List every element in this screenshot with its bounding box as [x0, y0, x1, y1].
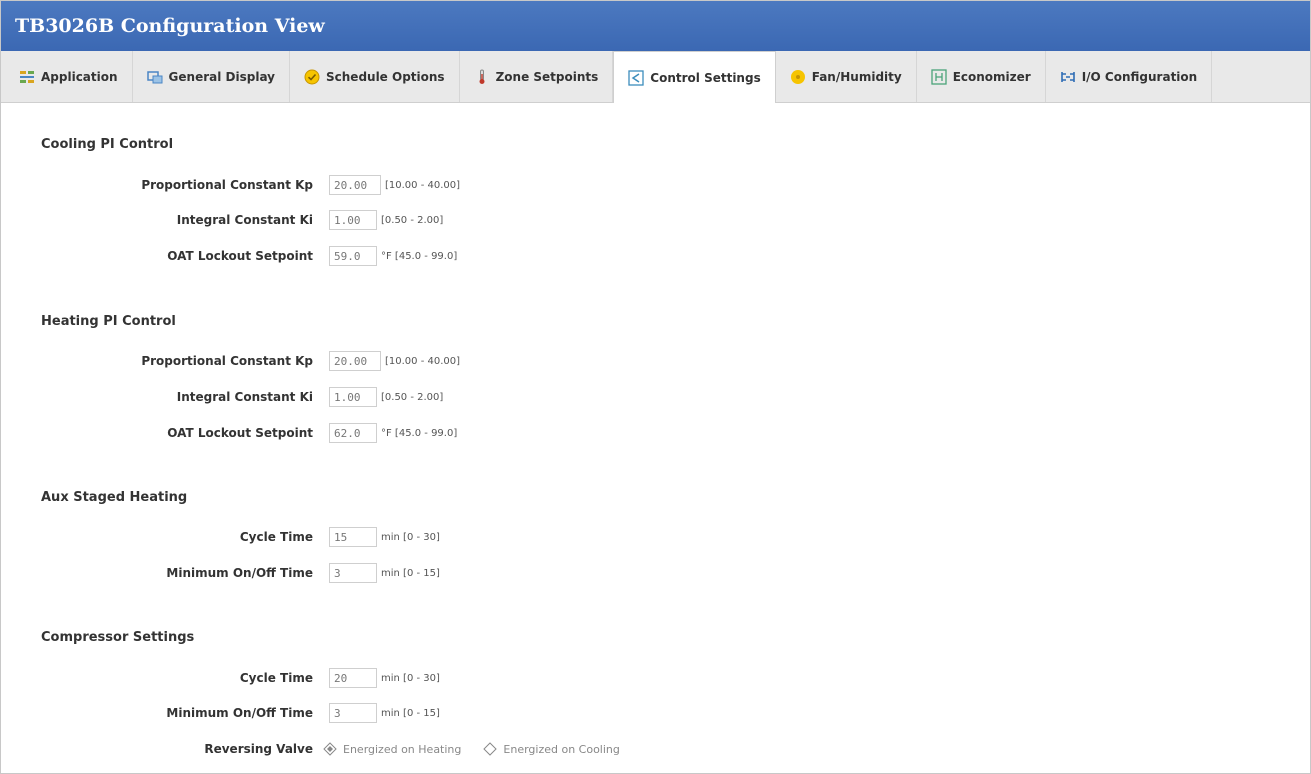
- tab-zone-setpoints[interactable]: Zone Setpoints: [460, 51, 614, 102]
- field-label: Minimum On/Off Time: [166, 706, 313, 720]
- heating-oat-row: OAT Lockout Setpoint 62.0 °F [45.0 - 99.…: [1, 421, 457, 445]
- aux-minonoff-input[interactable]: 3: [329, 563, 377, 583]
- cooling-section-title: Cooling PI Control: [41, 137, 174, 152]
- field-label: Integral Constant Ki: [176, 390, 313, 404]
- io-config-icon: [1060, 69, 1076, 85]
- radio-energized-heating[interactable]: Energized on Heating: [323, 742, 461, 756]
- compressor-cycle-row: Cycle Time 20 min [0 - 30]: [1, 666, 440, 690]
- heating-section-title: Heating PI Control: [41, 314, 176, 329]
- field-label: OAT Lockout Setpoint: [167, 249, 313, 263]
- field-label: Minimum On/Off Time: [166, 566, 313, 580]
- cooling-kp-input[interactable]: 20.00: [329, 175, 381, 195]
- thermometer-icon: [474, 69, 490, 85]
- tab-label: General Display: [168, 69, 275, 84]
- tab-label: Application: [41, 69, 118, 84]
- tab-label: Fan/Humidity: [811, 69, 902, 84]
- aux-section-title: Aux Staged Heating: [41, 490, 188, 505]
- range-hint: min [0 - 15]: [381, 707, 440, 719]
- heating-ki-input[interactable]: 1.00: [329, 387, 377, 407]
- cooling-oat-row: OAT Lockout Setpoint 59.0 °F [45.0 - 99.…: [1, 244, 457, 268]
- field-label: OAT Lockout Setpoint: [167, 426, 313, 440]
- range-hint: °F [45.0 - 99.0]: [381, 250, 458, 262]
- heating-kp-row: Proportional Constant Kp 20.00 [10.00 - …: [1, 349, 460, 373]
- radio-unselected-icon: [483, 742, 498, 756]
- tab-schedule-options[interactable]: Schedule Options: [290, 51, 460, 102]
- tab-label: Control Settings: [650, 70, 761, 85]
- fan-icon: [790, 69, 806, 85]
- field-label: Cycle Time: [239, 530, 313, 544]
- compressor-section-title: Compressor Settings: [41, 630, 195, 645]
- control-settings-panel: Cooling PI Control Proportional Constant…: [1, 103, 1310, 772]
- tab-general-display[interactable]: General Display: [133, 51, 290, 102]
- tab-control-settings[interactable]: Control Settings: [613, 51, 776, 103]
- range-hint: min [0 - 30]: [381, 672, 440, 684]
- compressor-minonoff-input[interactable]: 3: [329, 703, 377, 723]
- aux-cycle-row: Cycle Time 15 min [0 - 30]: [1, 525, 440, 549]
- range-hint: min [0 - 15]: [381, 567, 440, 579]
- range-hint: [10.00 - 40.00]: [385, 179, 461, 191]
- tab-application[interactable]: Application: [5, 51, 133, 102]
- cooling-oat-input[interactable]: 59.0: [329, 246, 377, 266]
- range-hint: °F [45.0 - 99.0]: [381, 427, 458, 439]
- radio-label: Energized on Heating: [343, 742, 462, 756]
- field-label: Integral Constant Ki: [176, 213, 313, 227]
- range-hint: [10.00 - 40.00]: [385, 355, 461, 367]
- radio-label: Energized on Cooling: [503, 742, 620, 756]
- compressor-minonoff-row: Minimum On/Off Time 3 min [0 - 15]: [1, 701, 440, 725]
- range-hint: [0.50 - 2.00]: [381, 214, 444, 226]
- aux-cycle-input[interactable]: 15: [329, 527, 377, 547]
- heating-kp-input[interactable]: 20.00: [329, 351, 381, 371]
- reversing-valve-row: Reversing Valve Energized on Heating Ene…: [1, 737, 620, 761]
- field-label: Proportional Constant Kp: [141, 178, 313, 192]
- schedule-icon: [304, 69, 320, 85]
- application-icon: [19, 69, 35, 85]
- compressor-cycle-input[interactable]: 20: [329, 668, 377, 688]
- field-label: Proportional Constant Kp: [141, 354, 313, 368]
- tab-io-configuration[interactable]: I/O Configuration: [1046, 51, 1213, 102]
- cooling-ki-row: Integral Constant Ki 1.00 [0.50 - 2.00]: [1, 208, 443, 232]
- tab-bar: Application General Display Schedule Opt…: [1, 51, 1310, 103]
- reversing-valve-radio-group: Energized on Heating Energized on Coolin…: [323, 742, 620, 756]
- cooling-ki-input[interactable]: 1.00: [329, 210, 377, 230]
- configuration-window: TB3026B Configuration View Application G…: [0, 0, 1311, 774]
- heating-ki-row: Integral Constant Ki 1.00 [0.50 - 2.00]: [1, 385, 443, 409]
- field-label: Cycle Time: [239, 671, 313, 685]
- range-hint: min [0 - 30]: [381, 531, 440, 543]
- cooling-kp-row: Proportional Constant Kp 20.00 [10.00 - …: [1, 173, 460, 197]
- tab-economizer[interactable]: Economizer: [917, 51, 1046, 102]
- tab-fan-humidity[interactable]: Fan/Humidity: [776, 51, 917, 102]
- field-label: Reversing Valve: [204, 742, 313, 756]
- control-settings-icon: [628, 69, 644, 86]
- economizer-icon: [931, 68, 947, 85]
- aux-minonoff-row: Minimum On/Off Time 3 min [0 - 15]: [1, 561, 440, 585]
- tab-label: Zone Setpoints: [495, 69, 599, 84]
- general-display-icon: [146, 69, 163, 85]
- radio-energized-cooling[interactable]: Energized on Cooling: [483, 742, 620, 756]
- window-title: TB3026B Configuration View: [1, 1, 1310, 51]
- range-hint: [0.50 - 2.00]: [381, 391, 444, 403]
- tab-label: Economizer: [952, 69, 1031, 84]
- radio-selected-icon: [323, 742, 337, 756]
- heating-oat-input[interactable]: 62.0: [329, 423, 377, 443]
- tab-label: Schedule Options: [326, 69, 445, 84]
- tab-label: I/O Configuration: [1081, 69, 1198, 84]
